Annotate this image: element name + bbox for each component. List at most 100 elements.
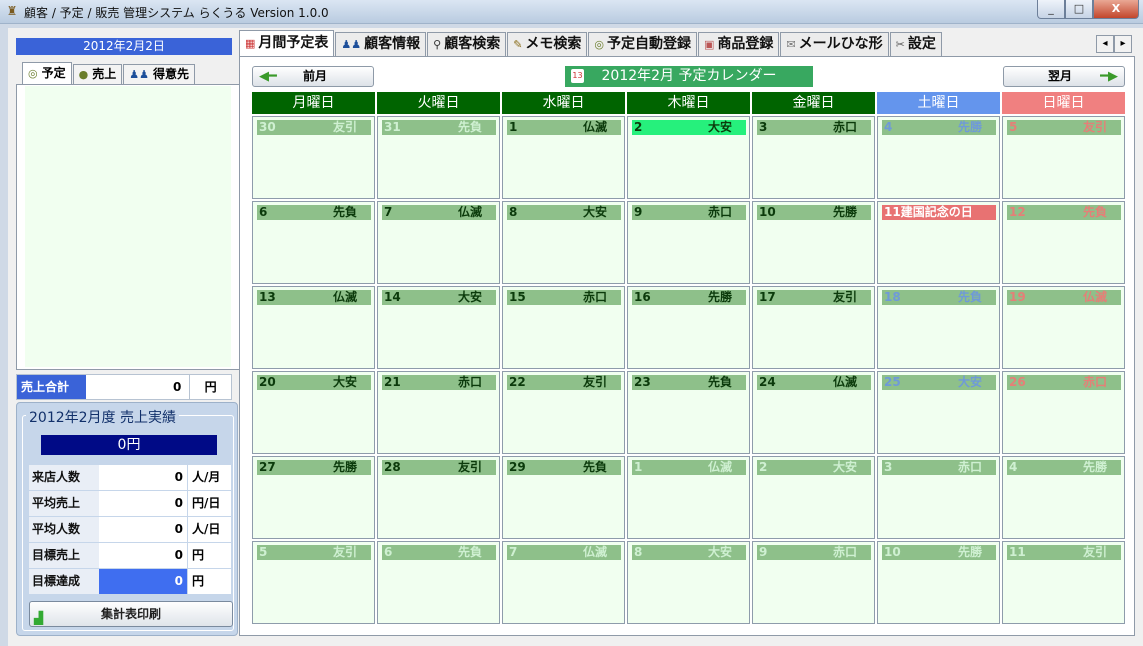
calendar-day-cell[interactable]: 10 先勝	[877, 541, 1000, 624]
day-label-bar: 5 友引	[1007, 120, 1121, 135]
day-label-bar: 30 友引	[257, 120, 371, 135]
calendar-day-cell[interactable]: 10 先勝	[752, 201, 875, 284]
left-tab-schedule[interactable]: ◎ 予定	[22, 62, 72, 84]
day-number: 9	[634, 205, 643, 219]
next-month-button[interactable]: 翌月 ━▶	[1003, 66, 1125, 87]
tab-3[interactable]: ✎ メモ検索	[507, 32, 588, 56]
app-window: ♜ 顧客 / 予定 / 販売 管理システム らくうる Version 1.0.0…	[0, 0, 1143, 646]
day-number: 17	[759, 290, 776, 304]
performance-row-unit: 人/日	[187, 517, 231, 542]
calendar-day-cell[interactable]: 29 先負	[502, 456, 625, 539]
day-label-bar: 6 先負	[257, 205, 371, 220]
day-number: 16	[634, 290, 651, 304]
calendar-day-cell[interactable]: 7 仏滅	[377, 201, 500, 284]
title-bar[interactable]: ♜ 顧客 / 予定 / 販売 管理システム らくうる Version 1.0.0…	[0, 0, 1143, 24]
prev-month-button[interactable]: ◀━ 前月	[252, 66, 374, 87]
calendar-day-cell[interactable]: 2 大安	[627, 116, 750, 199]
rokuyo-label: 仏滅	[582, 120, 607, 134]
day-number: 27	[259, 460, 276, 474]
rokuyo-label: 大安	[707, 120, 732, 134]
calendar-day-cell[interactable]: 11 友引	[1002, 541, 1125, 624]
gift-icon: ▣	[704, 38, 715, 51]
sales-total-row: 売上合計 0 円	[16, 374, 232, 400]
calendar-day-cell[interactable]: 8 大安	[502, 201, 625, 284]
performance-row-label: 目標達成	[29, 569, 99, 594]
calendar-day-cell[interactable]: 23 先負	[627, 371, 750, 454]
schedule-list[interactable]	[25, 86, 231, 367]
sales-total-unit: 円	[189, 375, 231, 399]
left-tab-sales[interactable]: ● 売上	[72, 64, 123, 84]
calendar-day-cell[interactable]: 6 先負	[377, 541, 500, 624]
calendar-day-cell[interactable]: 7 仏滅	[502, 541, 625, 624]
calendar-day-cell[interactable]: 2 大安	[752, 456, 875, 539]
tab-0[interactable]: ▦ 月間予定表	[239, 30, 335, 56]
calendar-day-cell[interactable]: 6 先負	[252, 201, 375, 284]
calendar-day-cell[interactable]: 28 友引	[377, 456, 500, 539]
print-summary-button[interactable]: ▟ 集計表印刷	[29, 601, 233, 627]
performance-row: 平均人数 0 人/日	[29, 517, 233, 543]
tab-scroll-right-button[interactable]: ▸	[1114, 35, 1132, 53]
calendar-day-cell[interactable]: 14 大安	[377, 286, 500, 369]
calendar-day-cell[interactable]: 16 先勝	[627, 286, 750, 369]
calendar-day-cell[interactable]: 15 赤口	[502, 286, 625, 369]
close-button[interactable]: X	[1093, 0, 1139, 19]
rokuyo-label: 大安	[457, 290, 482, 304]
calendar-grid: 月曜日 火曜日 水曜日 木曜日 金曜日 土曜日 日曜日 30 友引 31 先負 1 仏滅 2 大安 3 赤口 4 先…	[252, 92, 1125, 627]
tab-5[interactable]: ▣ 商品登録	[698, 32, 780, 56]
calendar-day-cell[interactable]: 5 友引	[1002, 116, 1125, 199]
left-tabs: ◎ 予定 ● 売上 ♟♟ 得意先	[22, 62, 196, 84]
calendar-day-cell[interactable]: 13 仏滅	[252, 286, 375, 369]
minimize-button[interactable]: _	[1037, 0, 1065, 19]
left-tab-customers[interactable]: ♟♟ 得意先	[123, 64, 195, 84]
maximize-button[interactable]: □	[1065, 0, 1093, 19]
calendar-day-cell[interactable]: 24 仏滅	[752, 371, 875, 454]
calendar-day-cell[interactable]: 3 赤口	[752, 116, 875, 199]
rokuyo-label: 先勝	[957, 120, 982, 134]
day-header: 金曜日	[752, 92, 875, 114]
calendar-day-cell[interactable]: 22 友引	[502, 371, 625, 454]
day-label-bar: 16 先勝	[632, 290, 746, 305]
day-number: 7	[509, 545, 518, 559]
clock-icon: ◎	[28, 67, 38, 80]
tab-6[interactable]: ✉ メールひな形	[780, 32, 889, 56]
day-number: 31	[384, 120, 401, 134]
tools-icon: ✂	[895, 38, 905, 51]
app-icon: ♜	[6, 4, 18, 18]
tab-2[interactable]: ⚲ 顧客検索	[427, 32, 507, 56]
rokuyo-label: 友引	[582, 375, 607, 389]
tab-scroll-left-button[interactable]: ◂	[1096, 35, 1114, 53]
tab-4[interactable]: ◎ 予定自動登録	[588, 32, 698, 56]
calendar-day-cell[interactable]: 8 大安	[627, 541, 750, 624]
calendar-day-cell[interactable]: 1 仏滅	[502, 116, 625, 199]
calendar-day-cell[interactable]: 20 大安	[252, 371, 375, 454]
calendar-day-cell[interactable]: 17 友引	[752, 286, 875, 369]
calendar-day-cell[interactable]: 9 赤口	[627, 201, 750, 284]
calendar-day-cell[interactable]: 4 先勝	[1002, 456, 1125, 539]
calendar-day-cell[interactable]: 26 赤口	[1002, 371, 1125, 454]
calendar-day-cell[interactable]: 30 友引	[252, 116, 375, 199]
calendar-day-cell[interactable]: 12 先負	[1002, 201, 1125, 284]
tab-7[interactable]: ✂ 設定	[889, 32, 942, 56]
day-number: 4	[884, 120, 893, 134]
calendar-day-cell[interactable]: 5 友引	[252, 541, 375, 624]
rokuyo-label: 赤口	[832, 545, 857, 559]
calendar-day-cell[interactable]: 25 大安	[877, 371, 1000, 454]
calendar-day-cell[interactable]: 31 先負	[377, 116, 500, 199]
day-header: 土曜日	[877, 92, 1000, 114]
calendar-day-cell[interactable]: 27 先勝	[252, 456, 375, 539]
calendar-day-cell[interactable]: 9 赤口	[752, 541, 875, 624]
calendar-day-cell[interactable]: 4 先勝	[877, 116, 1000, 199]
calendar-day-cell[interactable]: 3 赤口	[877, 456, 1000, 539]
calendar-day-cell[interactable]: 1 仏滅	[627, 456, 750, 539]
bar-chart-icon: ▟	[34, 611, 44, 625]
calendar-day-cell[interactable]: 18 先負	[877, 286, 1000, 369]
tab-scroll: ◂ ▸	[1096, 35, 1132, 53]
rokuyo-label: 友引	[457, 460, 482, 474]
calendar-day-cell[interactable]: 21 赤口	[377, 371, 500, 454]
day-label-bar: 8 大安	[632, 545, 746, 560]
day-number: 29	[509, 460, 526, 474]
calendar-day-cell[interactable]: 11建国記念の日	[877, 201, 1000, 284]
tab-1[interactable]: ♟♟ 顧客情報	[335, 32, 427, 56]
day-header: 水曜日	[502, 92, 625, 114]
calendar-day-cell[interactable]: 19 仏滅	[1002, 286, 1125, 369]
